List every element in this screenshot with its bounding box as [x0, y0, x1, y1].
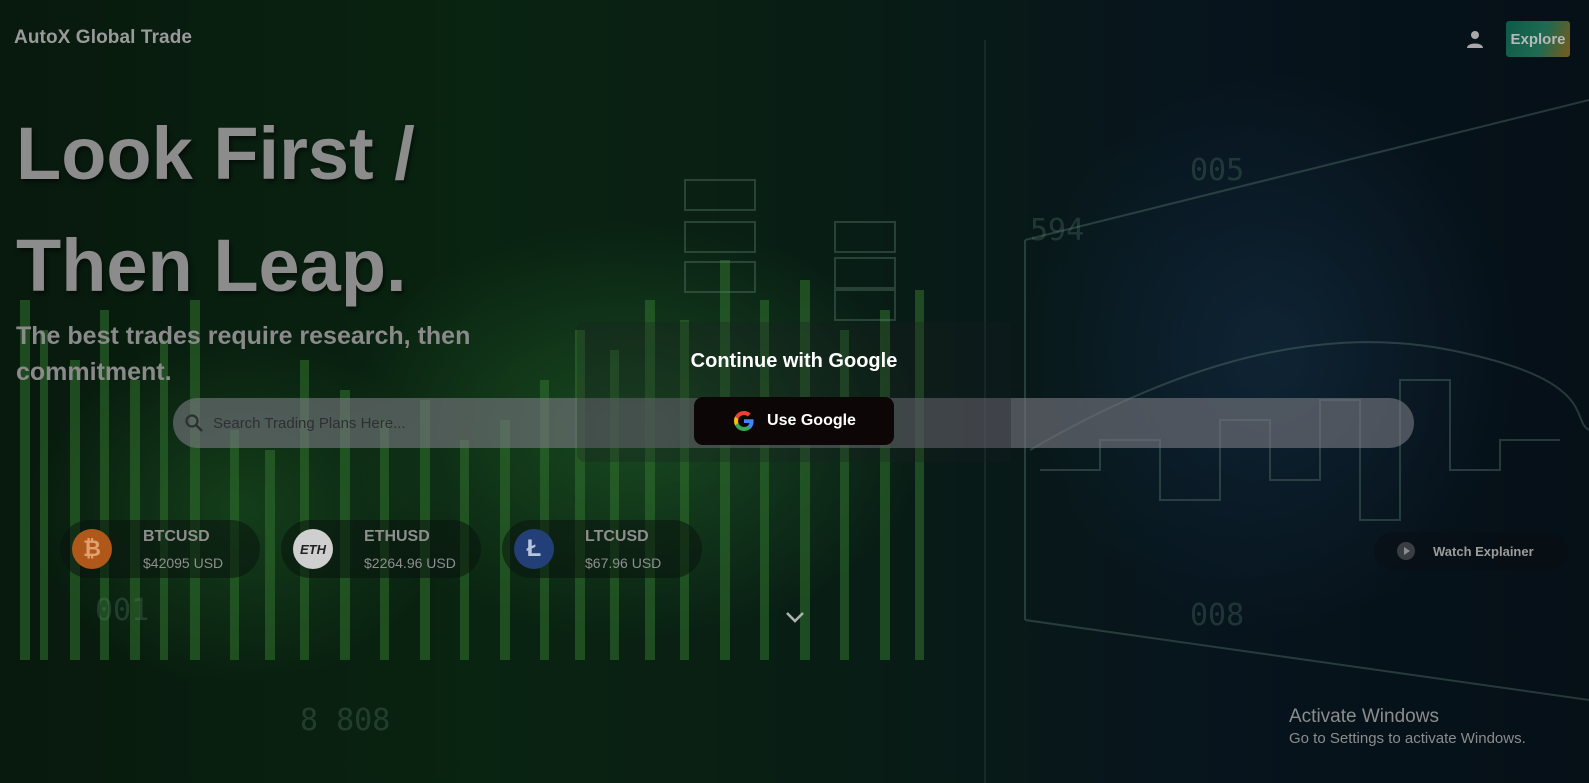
ticker-price: $42095 USD [143, 555, 224, 571]
ethereum-icon: ETH [293, 529, 333, 569]
hero-title: Look First / Then Leap. [16, 98, 415, 322]
watch-explainer-label: Watch Explainer [1433, 543, 1534, 559]
litecoin-icon: Ł [514, 529, 554, 569]
ticker-symbol: LTCUSD [585, 528, 649, 545]
ticker-ltcusd[interactable]: Ł LTCUSD $67.96 USD [502, 520, 702, 578]
ticker-btcusd[interactable]: ₿ BTCUSD $42095 USD [60, 520, 260, 578]
windows-activation-notice: Activate Windows Go to Settings to activ… [1289, 706, 1526, 747]
ticker-symbol: BTCUSD [143, 528, 210, 545]
search-icon [185, 414, 203, 432]
hero-title-line2: Then Leap. [16, 224, 407, 307]
ticker-price: $2264.96 USD [364, 555, 456, 571]
brand-name[interactable]: AutoX Global Trade [14, 27, 192, 49]
use-google-label: Use Google [767, 412, 856, 429]
use-google-button[interactable]: Use Google [694, 397, 894, 445]
watch-explainer-button[interactable]: Watch Explainer [1374, 532, 1569, 570]
ticker-ethusd[interactable]: ETH ETHUSD $2264.96 USD [281, 520, 481, 578]
google-login-modal: Continue with Google Use Google [577, 322, 1011, 462]
ticker-price: $67.96 USD [585, 555, 662, 571]
google-icon [734, 411, 754, 431]
modal-title: Continue with Google [690, 350, 898, 372]
user-icon[interactable] [1465, 29, 1485, 49]
explore-button[interactable]: Explore [1506, 21, 1570, 57]
hero-title-line1: Look First / [16, 112, 415, 195]
activation-title: Activate Windows [1289, 706, 1439, 727]
activation-hint: Go to Settings to activate Windows. [1289, 730, 1526, 747]
chevron-down-icon[interactable] [784, 609, 806, 625]
ticker-symbol: ETHUSD [364, 528, 430, 545]
bitcoin-icon: ₿ [72, 529, 112, 569]
play-icon [1397, 542, 1415, 560]
hero-subtitle: The best trades require research, then c… [16, 322, 471, 386]
